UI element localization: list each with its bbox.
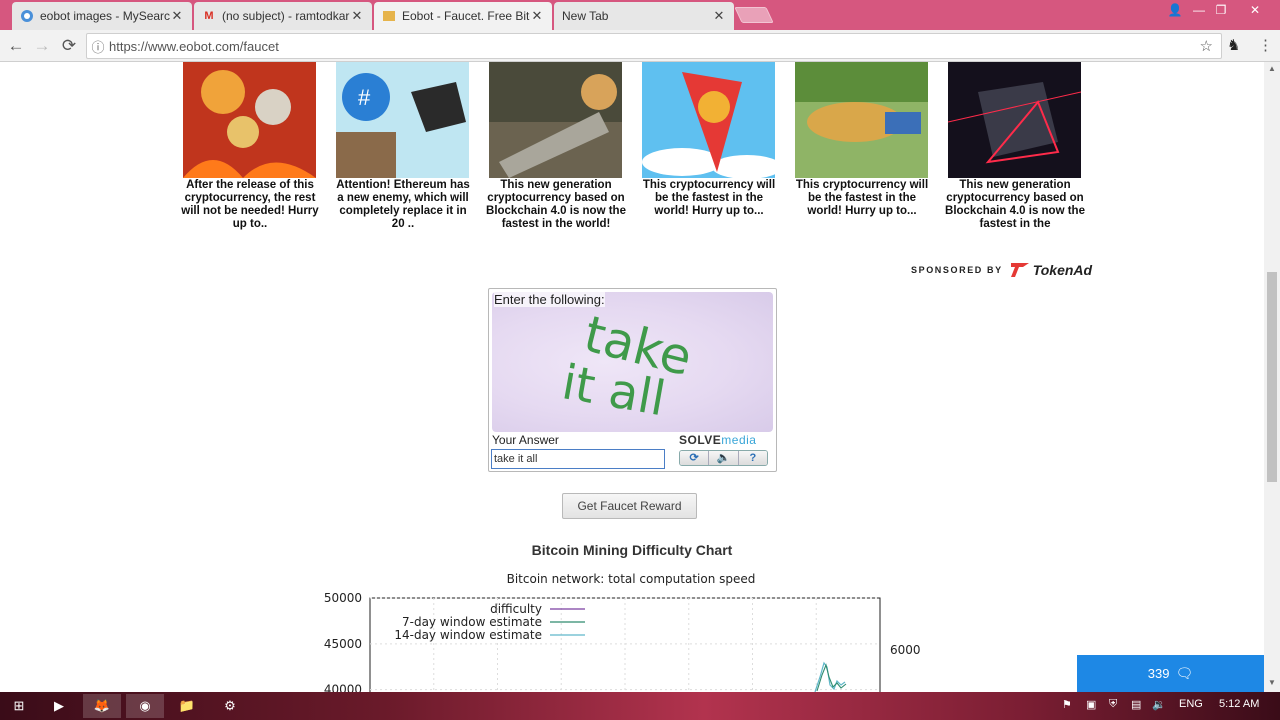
windows-taskbar: ⊞ ▶ 🦊 ◉ 📁 ⚙ ⚑ ▣ ⛨ ▤ 🔉 ENG 5:12 AM xyxy=(0,692,1280,720)
info-icon: ⓘ xyxy=(91,39,105,55)
ad-caption[interactable]: This new generation cryptocurrency based… xyxy=(945,179,1085,231)
clock[interactable]: 5:12 AM xyxy=(1219,698,1259,710)
tab-mysearch[interactable]: eobot images - MySearch ✕ xyxy=(12,2,192,30)
refresh-icon[interactable]: ⟳ xyxy=(680,451,710,465)
close-icon[interactable]: ✕ xyxy=(350,8,364,24)
gmail-icon: M xyxy=(204,10,214,22)
ad-thumbnail[interactable] xyxy=(183,62,316,178)
tab-title: New Tab xyxy=(562,9,609,23)
captcha-image: take it all xyxy=(492,292,773,432)
ad-caption[interactable]: This new generation cryptocurrency based… xyxy=(486,179,626,231)
sponsored-by[interactable]: SPONSORED BY TokenAd xyxy=(911,262,1092,278)
y-tick-label: 40000 xyxy=(324,683,362,692)
language-indicator[interactable]: ENG xyxy=(1179,698,1203,710)
audio-icon[interactable]: 🔈 xyxy=(709,451,739,465)
sponsor-brand: TokenAd xyxy=(1032,262,1093,278)
tab-gmail[interactable]: M (no subject) - ramtodkar ✕ xyxy=(194,2,372,30)
address-bar[interactable]: ⓘ https://www.eobot.com/faucet ☆ xyxy=(86,33,1222,59)
ad-item[interactable]: This new generation cryptocurrency based… xyxy=(486,62,626,231)
captcha-controls: ⟳ 🔈 ? xyxy=(679,450,768,466)
scrollbar-thumb[interactable] xyxy=(1267,272,1277,482)
tab-new-tab[interactable]: New Tab ✕ xyxy=(554,2,734,30)
extension-icon[interactable]: ♞ xyxy=(1227,36,1240,54)
difficulty-chart: Bitcoin network: total computation speed… xyxy=(324,572,921,692)
chat-widget[interactable]: 339 🗨 xyxy=(1077,655,1264,692)
legend-label: difficulty xyxy=(490,602,542,616)
url-text: https://www.eobot.com/faucet xyxy=(109,38,279,54)
ad-thumbnail[interactable] xyxy=(795,62,928,178)
ad-thumbnail[interactable] xyxy=(948,62,1081,178)
captcha-prompt: Enter the following: xyxy=(494,292,605,307)
help-icon[interactable]: ? xyxy=(738,451,767,465)
firefox-icon[interactable]: 🦊 xyxy=(83,694,121,718)
ad-item[interactable]: This cryptocurrency will be the fastest … xyxy=(792,62,932,218)
close-icon[interactable]: ✕ xyxy=(712,8,726,24)
media-brand-text: media xyxy=(721,433,757,447)
tab-strip: eobot images - MySearch ✕ M (no subject)… xyxy=(0,0,1280,30)
app-icon[interactable]: ⚙ xyxy=(211,694,249,718)
page-scrollbar[interactable]: ▲ ▼ xyxy=(1264,62,1280,692)
ad-item[interactable]: # Attention! Ethereum has a new enemy, w… xyxy=(333,62,473,231)
captcha-answer-input[interactable] xyxy=(491,449,665,469)
ad-item[interactable]: This cryptocurrency will be the fastest … xyxy=(639,62,779,218)
volume-icon[interactable]: 🔉 xyxy=(1152,698,1166,711)
ad-item[interactable]: After the release of this cryptocurrency… xyxy=(180,62,320,231)
browser-toolbar: ← → ⟳ ⓘ https://www.eobot.com/faucet ☆ xyxy=(0,30,1280,62)
get-faucet-reward-button[interactable]: Get Faucet Reward xyxy=(562,493,697,519)
flag-icon[interactable]: ⚑ xyxy=(1062,698,1072,711)
new-tab-button[interactable] xyxy=(734,7,774,23)
device-icon[interactable]: ▣ xyxy=(1086,698,1096,711)
ad-caption[interactable]: This cryptocurrency will be the fastest … xyxy=(639,179,779,218)
tab-title: eobot images - MySearch xyxy=(40,9,170,23)
solve-brand-text: SOLVE xyxy=(679,433,722,447)
page-content: After the release of this cryptocurrency… xyxy=(0,62,1264,692)
close-icon[interactable]: ✕ xyxy=(530,8,544,24)
y-axis-ticks: 50000 45000 40000 xyxy=(324,591,362,692)
tab-title: (no subject) - ramtodkar xyxy=(222,9,350,23)
media-player-icon[interactable]: ▶ xyxy=(40,694,78,718)
menu-icon[interactable]: ⋮ xyxy=(1258,36,1273,54)
captcha-widget: take it all Enter the following: Your An… xyxy=(488,288,777,472)
tokenad-logo-icon xyxy=(1010,263,1029,277)
chart-legend: difficulty 7-day window estimate 14-day … xyxy=(394,602,585,642)
ad-thumbnail[interactable]: # xyxy=(336,62,469,178)
y-right-tick-label: 6000 xyxy=(890,643,921,657)
ad-item[interactable]: This new generation cryptocurrency based… xyxy=(945,62,1085,231)
y-tick-label: 50000 xyxy=(324,591,362,605)
chrome-icon[interactable]: ◉ xyxy=(126,694,164,718)
forward-icon[interactable]: → xyxy=(31,35,53,57)
scroll-down-icon[interactable]: ▼ xyxy=(1264,676,1280,690)
network-icon[interactable]: ▤ xyxy=(1131,698,1141,711)
legend-label: 14-day window estimate xyxy=(394,628,542,642)
close-icon[interactable]: ✕ xyxy=(170,8,184,24)
eobot-icon xyxy=(382,9,396,23)
tab-title: Eobot - Faucet. Free Bitco xyxy=(402,9,530,23)
security-icon[interactable]: ⛨ xyxy=(1109,698,1117,711)
chart-heading: Bitcoin Mining Difficulty Chart xyxy=(531,542,733,558)
back-icon[interactable]: ← xyxy=(5,35,27,57)
legend-label: 7-day window estimate xyxy=(402,615,542,629)
svg-text:#: # xyxy=(358,85,371,110)
ad-thumbnail[interactable] xyxy=(489,62,622,178)
ad-thumbnail[interactable] xyxy=(642,62,775,178)
sponsored-label: SPONSORED BY xyxy=(911,265,1003,275)
your-answer-label: Your Answer xyxy=(492,433,559,447)
chart-grid xyxy=(370,597,880,692)
mysearch-icon xyxy=(20,9,34,23)
window-close-icon[interactable]: ✕ xyxy=(1232,0,1278,20)
tab-eobot[interactable]: Eobot - Faucet. Free Bitco ✕ xyxy=(374,2,552,30)
chart-subtitle: Bitcoin network: total computation speed xyxy=(507,572,756,586)
file-explorer-icon[interactable]: 📁 xyxy=(168,694,206,718)
chat-count: 339 xyxy=(1147,666,1170,681)
solvemedia-logo: SOLVEmedia xyxy=(679,433,756,447)
ad-caption[interactable]: This cryptocurrency will be the fastest … xyxy=(792,179,932,218)
ad-caption[interactable]: Attention! Ethereum has a new enemy, whi… xyxy=(333,179,473,231)
scroll-up-icon[interactable]: ▲ xyxy=(1264,62,1280,76)
y-tick-label: 45000 xyxy=(324,637,362,651)
chat-bubble-icon: 🗨 xyxy=(1175,665,1194,681)
windows-start-icon[interactable]: ⊞ xyxy=(0,694,38,718)
bookmark-star-icon[interactable]: ☆ xyxy=(1200,37,1213,55)
ad-caption[interactable]: After the release of this cryptocurrency… xyxy=(180,179,320,231)
reload-icon[interactable]: ⟳ xyxy=(58,35,80,57)
